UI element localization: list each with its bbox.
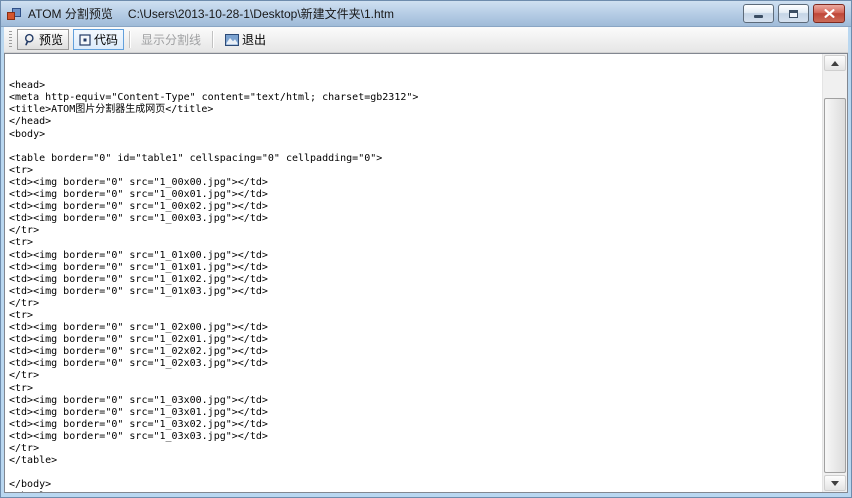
code-line: <tr>	[9, 383, 822, 395]
code-line: <body>	[9, 129, 822, 141]
app-icon	[6, 6, 22, 22]
code-line: <td><img border="0" src="1_01x03.jpg"></…	[9, 286, 822, 298]
arrow-up-icon	[831, 61, 839, 66]
arrow-down-icon	[831, 481, 839, 486]
title-bar[interactable]: ATOM 分割预览 C:\Users\2013-10-28-1\Desktop\…	[1, 1, 851, 27]
show-split-lines-button: 显示分割线	[135, 29, 207, 50]
code-line: <td><img border="0" src="1_03x03.jpg"></…	[9, 431, 822, 443]
code-line	[9, 141, 822, 153]
code-line: <td><img border="0" src="1_01x00.jpg"></…	[9, 250, 822, 262]
code-view: <head><meta http-equiv="Content-Type" co…	[4, 53, 848, 493]
code-line: <td><img border="0" src="1_00x03.jpg"></…	[9, 213, 822, 225]
code-line: <td><img border="0" src="1_01x02.jpg"></…	[9, 274, 822, 286]
code-line: <head>	[9, 80, 822, 92]
code-line: <tr>	[9, 237, 822, 249]
exit-button[interactable]: 退出	[219, 29, 272, 50]
code-line: <td><img border="0" src="1_02x01.jpg"></…	[9, 334, 822, 346]
scroll-down-button[interactable]	[824, 475, 846, 491]
code-line: <tr>	[9, 165, 822, 177]
code-line	[9, 467, 822, 479]
code-line: <td><img border="0" src="1_01x01.jpg"></…	[9, 262, 822, 274]
toolbar-gripper[interactable]	[9, 31, 12, 49]
code-line: </tr>	[9, 298, 822, 310]
app-window: ATOM 分割预览 C:\Users\2013-10-28-1\Desktop\…	[0, 0, 852, 498]
code-line: <td><img border="0" src="1_02x00.jpg"></…	[9, 322, 822, 334]
picture-icon	[225, 34, 239, 46]
code-line: <title>ATOM图片分割器生成网页</title>	[9, 104, 822, 116]
window-title: ATOM 分割预览	[28, 5, 113, 22]
app-icon-red-square	[7, 12, 15, 20]
maximize-icon	[789, 10, 798, 18]
code-line: <td><img border="0" src="1_03x01.jpg"></…	[9, 407, 822, 419]
code-line: <td><img border="0" src="1_02x03.jpg"></…	[9, 358, 822, 370]
toolbar: 预览 代码 显示分割线 退出	[4, 27, 848, 53]
scroll-up-button[interactable]	[824, 55, 846, 71]
preview-button[interactable]: 预览	[17, 29, 69, 50]
code-button[interactable]: 代码	[73, 29, 124, 50]
code-line: </tr>	[9, 443, 822, 455]
code-line: </head>	[9, 116, 822, 128]
magnifier-icon	[23, 33, 36, 46]
show-split-lines-label: 显示分割线	[141, 31, 201, 48]
window-controls	[739, 4, 845, 23]
code-line: </html>	[9, 491, 822, 492]
window-title-path: C:\Users\2013-10-28-1\Desktop\新建文件夹\1.ht…	[128, 5, 394, 22]
code-line: <td><img border="0" src="1_00x01.jpg"></…	[9, 189, 822, 201]
minimize-button[interactable]	[743, 4, 774, 23]
code-line: <td><img border="0" src="1_03x00.jpg"></…	[9, 395, 822, 407]
code-line: </body>	[9, 479, 822, 491]
maximize-button[interactable]	[778, 4, 809, 23]
vertical-scrollbar[interactable]	[822, 54, 847, 492]
code-line: </tr>	[9, 225, 822, 237]
scrollbar-thumb[interactable]	[824, 98, 846, 473]
client-frame: 预览 代码 显示分割线 退出 <hea	[1, 27, 851, 497]
code-line: </tr>	[9, 370, 822, 382]
close-icon	[824, 9, 835, 18]
code-label: 代码	[94, 31, 118, 48]
minimize-icon	[754, 15, 763, 18]
code-window-icon	[79, 34, 91, 46]
code-line: <td><img border="0" src="1_03x02.jpg"></…	[9, 419, 822, 431]
code-line: <td><img border="0" src="1_00x00.jpg"></…	[9, 177, 822, 189]
code-editor[interactable]: <head><meta http-equiv="Content-Type" co…	[5, 54, 822, 492]
code-line: <td><img border="0" src="1_02x02.jpg"></…	[9, 346, 822, 358]
close-button[interactable]	[813, 4, 845, 23]
code-line: <meta http-equiv="Content-Type" content=…	[9, 92, 822, 104]
code-line: <td><img border="0" src="1_00x02.jpg"></…	[9, 201, 822, 213]
code-line: <table border="0" id="table1" cellspacin…	[9, 153, 822, 165]
preview-label: 预览	[39, 31, 63, 48]
scrollbar-track[interactable]	[824, 72, 846, 474]
code-line: </table>	[9, 455, 822, 467]
toolbar-separator	[129, 31, 130, 48]
exit-label: 退出	[242, 31, 266, 48]
toolbar-separator	[212, 31, 213, 48]
code-line: <tr>	[9, 310, 822, 322]
